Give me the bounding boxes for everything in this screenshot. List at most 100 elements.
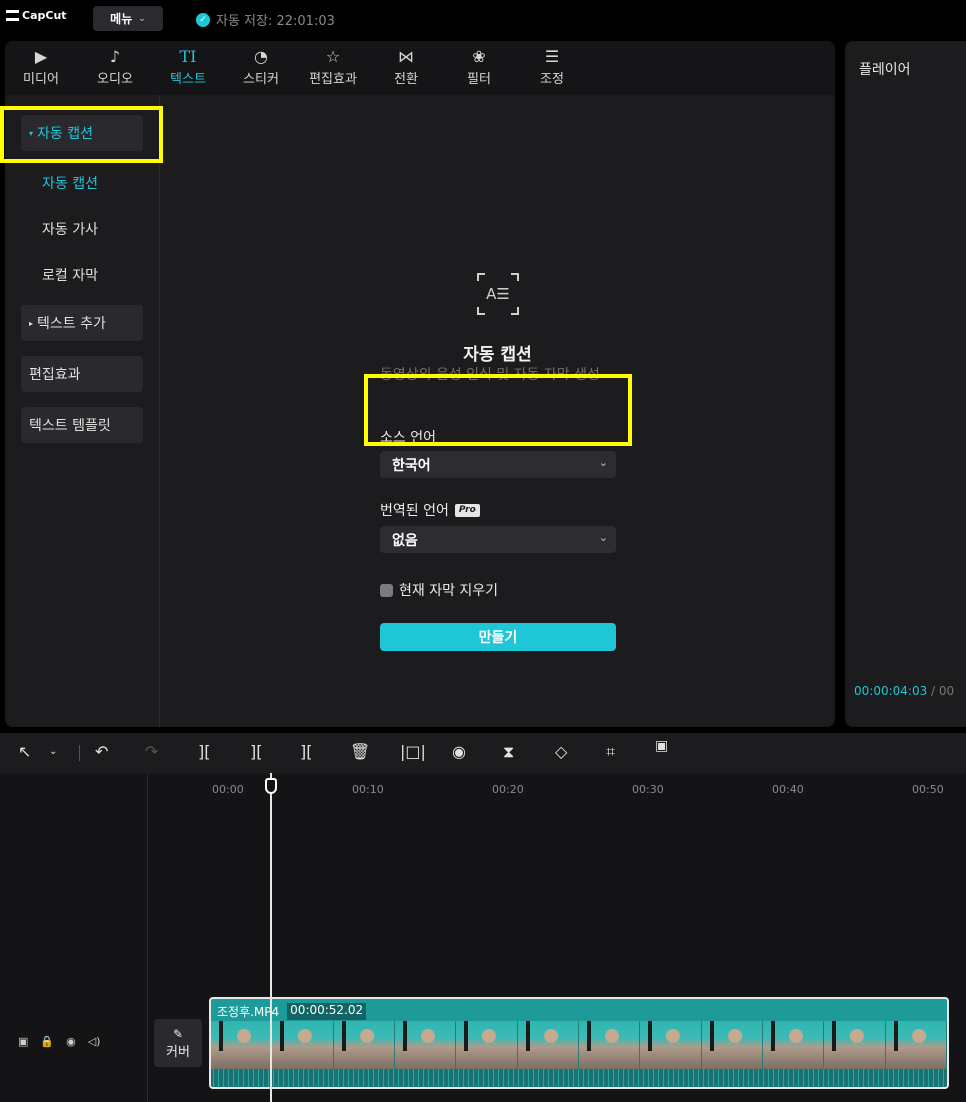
split-icon[interactable]: ][ — [198, 742, 210, 761]
player-title: 플레이어 — [859, 62, 911, 78]
player-timecode: 00:00:04:03 / 00 — [854, 684, 954, 698]
clip-frame — [885, 1021, 947, 1069]
clear-captions-label: 현재 자막 지우기 — [399, 583, 499, 599]
autosave-text: 자동 저장: 22:01:03 — [216, 14, 335, 29]
filter-icon: ❀ — [472, 47, 486, 66]
cover-label: 커버 — [166, 1044, 190, 1060]
capcut-logo-icon — [6, 10, 19, 21]
source-language-select[interactable]: 한국어 ⌄ — [380, 451, 616, 478]
lock-icon[interactable]: 🔒 — [40, 1035, 54, 1048]
tab-effects[interactable]: ☆ 편집효과 — [303, 46, 363, 87]
audio-waveform — [211, 1069, 947, 1087]
menu-label: 메뉴 — [110, 12, 133, 26]
clip-frame — [394, 1021, 457, 1069]
tab-label: 편집효과 — [309, 72, 357, 87]
video-clip[interactable]: 조정후.MP4 00:00:52.02 — [209, 997, 949, 1089]
highlight-box-sidebar — [0, 106, 163, 163]
tab-label: 텍스트 — [170, 72, 206, 87]
autosave-status: ✓ 자동 저장: 22:01:03 — [196, 10, 335, 29]
tab-media[interactable]: ▶ 미디어 — [11, 46, 71, 87]
tab-transition[interactable]: ⋈ 전환 — [376, 46, 436, 87]
category-tabs: ▶ 미디어 ♪ 오디오 TI 텍스트 ◔ 스티커 ☆ 편집효과 ⋈ 전환 ❀ 필… — [5, 41, 835, 95]
translated-language-text: 번역된 언어 — [380, 503, 449, 519]
text-icon: TI — [179, 47, 197, 66]
chevron-down-icon: ⌄ — [598, 456, 608, 469]
split-left-icon[interactable]: ][ — [250, 742, 262, 761]
toolbar-divider — [79, 745, 80, 761]
caret-right-icon: ▸ — [29, 318, 34, 328]
crop-icon[interactable]: ⌗ — [606, 742, 615, 762]
speaker-icon[interactable]: ◁) — [88, 1035, 101, 1048]
clear-captions-option[interactable]: 현재 자막 지우기 — [380, 580, 498, 600]
app-name: CapCut — [22, 9, 67, 22]
clip-frame — [517, 1021, 579, 1069]
clip-frame — [456, 1021, 518, 1069]
eye-icon[interactable]: ◉ — [66, 1035, 76, 1048]
ruler-label: 00:30 — [632, 783, 664, 796]
clip-duration: 00:00:52.02 — [287, 1003, 367, 1020]
create-button[interactable]: 만들기 — [380, 623, 616, 651]
adjust-icon: ☰ — [544, 47, 560, 66]
sidebar-item-label: 텍스트 템플릿 — [29, 418, 111, 434]
delete-icon[interactable]: 🗑 — [350, 742, 370, 761]
sidebar-item-local-subtitles[interactable]: 로컬 자막 — [42, 265, 98, 285]
tab-text[interactable]: TI 텍스트 — [158, 46, 218, 87]
clip-frame — [762, 1021, 825, 1069]
cover-button[interactable]: ✎ 커버 — [154, 1019, 202, 1067]
tab-sticker[interactable]: ◔ 스티커 — [231, 46, 291, 87]
track-controls: ▣ 🔒 ◉ ◁) — [18, 1035, 100, 1048]
translated-language-select[interactable]: 없음 ⌄ — [380, 526, 616, 553]
video-track-icon: ▣ — [18, 1035, 29, 1048]
mirror-icon[interactable]: ⧗ — [503, 742, 514, 762]
playhead-handle[interactable] — [265, 778, 277, 794]
ruler-label: 00:40 — [772, 783, 804, 796]
sidebar-item-effects[interactable]: 편집효과 — [21, 356, 143, 392]
sidebar-item-auto-caption[interactable]: 자동 캡션 — [42, 173, 98, 193]
clip-frame — [211, 1021, 273, 1069]
tab-filter[interactable]: ❀ 필터 — [449, 46, 509, 87]
chevron-down-icon[interactable]: ⌄ — [49, 746, 57, 757]
tab-label: 스티커 — [243, 72, 279, 87]
auto-caption-title: 자동 캡션 — [463, 345, 532, 365]
tab-label: 전환 — [394, 72, 418, 87]
track-header — [0, 773, 148, 1102]
timeline-toolbar: ↖ ⌄ ↶ ↷ ][ ][ ][ 🗑 |□| ◉ ⧗ ◇ ⌗ ▣ — [0, 733, 966, 773]
sidebar-item-add-text[interactable]: ▸ 텍스트 추가 — [21, 305, 143, 341]
clear-captions-checkbox[interactable] — [380, 583, 393, 597]
current-time: 00:00:04:03 — [854, 684, 928, 698]
chevron-down-icon: ⌄ — [598, 531, 608, 544]
clip-frame — [640, 1021, 702, 1069]
transition-icon: ⋈ — [398, 47, 414, 66]
menu-button[interactable]: 메뉴 ⌄ — [93, 6, 163, 31]
edit-icon: ✎ — [172, 1026, 184, 1041]
redo-icon[interactable]: ↷ — [145, 742, 158, 761]
translated-language-label: 번역된 언어 Pro — [380, 500, 480, 520]
translated-language-value: 없음 — [392, 532, 418, 549]
pro-badge: Pro — [454, 503, 480, 517]
rotate-icon[interactable]: ◇ — [555, 742, 567, 761]
tab-audio[interactable]: ♪ 오디오 — [85, 46, 145, 87]
top-bar: CapCut 메뉴 ⌄ ✓ 자동 저장: 22:01:03 — [0, 0, 966, 38]
sidebar-item-text-templates[interactable]: 텍스트 템플릿 — [21, 407, 143, 443]
player-panel: 플레이어 00:00:04:03 / 00 — [845, 41, 966, 727]
audio-icon: ♪ — [109, 47, 121, 66]
sidebar-item-label: 텍스트 추가 — [37, 316, 106, 332]
ruler-label: 00:10 — [352, 783, 384, 796]
reverse-icon[interactable]: ◉ — [452, 742, 466, 761]
select-cursor-icon[interactable]: ↖ — [18, 742, 31, 761]
playhead[interactable] — [270, 773, 272, 1102]
chevron-down-icon: ⌄ — [138, 13, 146, 24]
source-language-value: 한국어 — [392, 457, 431, 474]
clip-frame — [333, 1021, 395, 1069]
undo-icon[interactable]: ↶ — [95, 742, 108, 761]
clip-label: 조정후.MP4 00:00:52.02 — [217, 1003, 367, 1020]
freeze-icon[interactable]: |□| — [400, 742, 426, 761]
ruler-label: 00:50 — [912, 783, 944, 796]
sidebar-item-auto-lyrics[interactable]: 자동 가사 — [42, 219, 98, 239]
tab-adjust[interactable]: ☰ 조정 — [522, 46, 582, 87]
highlight-box-source-language — [364, 374, 632, 446]
split-right-icon[interactable]: ][ — [300, 742, 312, 761]
total-time: / 00 — [931, 684, 955, 698]
pro-feature-icon[interactable]: ▣ — [655, 738, 668, 754]
effects-icon: ☆ — [325, 47, 341, 66]
